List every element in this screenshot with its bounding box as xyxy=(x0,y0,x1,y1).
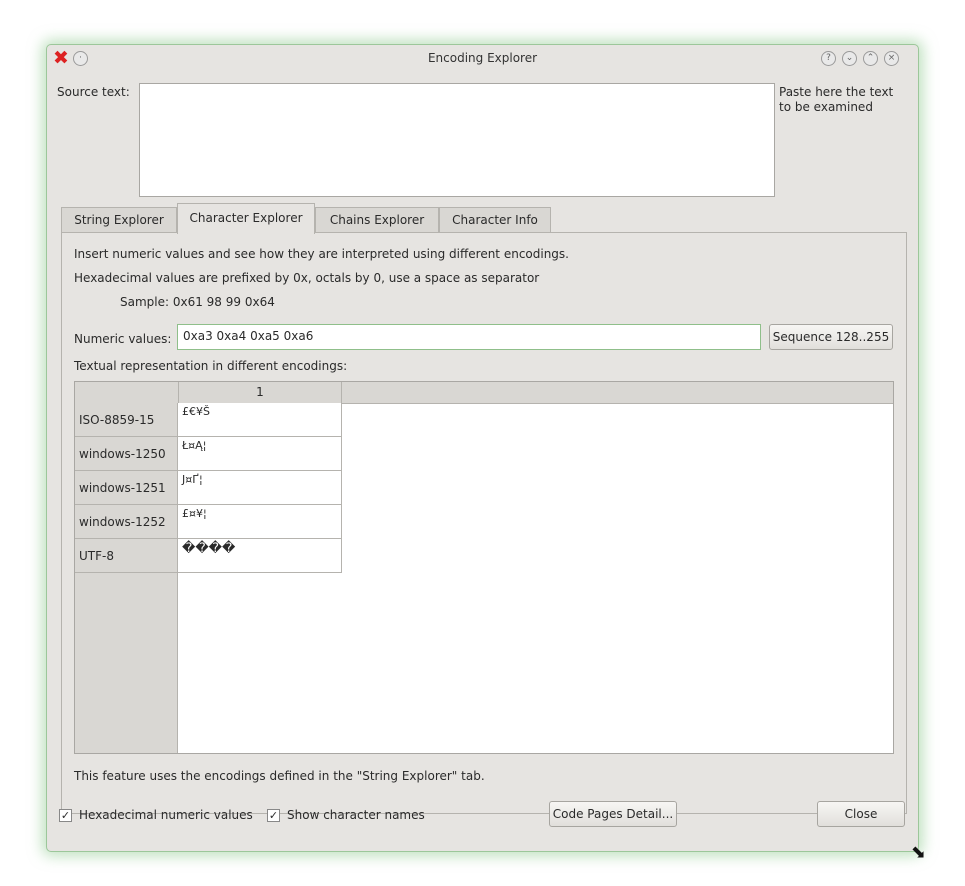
tab-chains-explorer[interactable]: Chains Explorer xyxy=(315,207,439,232)
minimize-icon[interactable]: ⌄ xyxy=(842,51,857,66)
close-button[interactable]: Close xyxy=(817,801,905,827)
hex-values-label[interactable]: Hexadecimal numeric values xyxy=(79,808,253,822)
source-text-area[interactable] xyxy=(139,83,775,197)
help-icon[interactable]: ? xyxy=(821,51,836,66)
table-cell[interactable]: £€¥Š xyxy=(178,403,342,437)
table-label: Textual representation in different enco… xyxy=(74,359,348,373)
source-hint: Paste here the text to be examined xyxy=(779,85,894,114)
source-text-label: Source text: xyxy=(57,85,130,99)
character-explorer-panel: Insert numeric values and see how they a… xyxy=(61,232,907,814)
row-header-windows-1250[interactable]: windows-1250 xyxy=(75,437,177,471)
maximize-icon[interactable]: ⌃ xyxy=(863,51,878,66)
tab-string-explorer[interactable]: String Explorer xyxy=(61,207,177,232)
close-icon[interactable]: × xyxy=(884,51,899,66)
tab-character-explorer[interactable]: Character Explorer xyxy=(177,203,315,234)
code-pages-detail-button[interactable]: Code Pages Detail... xyxy=(549,801,677,827)
sample-text: Sample: 0x61 98 99 0x64 xyxy=(120,295,275,309)
hex-values-checkbox[interactable]: ✓ xyxy=(59,809,72,822)
window-title: Encoding Explorer xyxy=(427,51,538,65)
encodings-table[interactable]: 1 ISO-8859-15 £€¥Š windows-1250 Ł¤Ą¦ win… xyxy=(74,381,894,754)
table-cell[interactable]: Ј¤Ґ¦ xyxy=(178,471,342,505)
numeric-values-label: Numeric values: xyxy=(74,332,172,346)
show-names-checkbox[interactable]: ✓ xyxy=(267,809,280,822)
tab-character-info[interactable]: Character Info xyxy=(439,207,551,232)
row-header-windows-1252[interactable]: windows-1252 xyxy=(75,505,177,539)
title-bar: ✖ · Encoding Explorer ? ⌄ ⌃ × xyxy=(47,45,918,73)
sequence-button[interactable]: Sequence 128..255 xyxy=(769,324,893,350)
row-header-iso-8859-15[interactable]: ISO-8859-15 xyxy=(75,403,177,437)
resize-grip-icon[interactable]: ⬊ xyxy=(911,842,926,863)
table-column-header-row: 1 xyxy=(75,382,893,404)
table-cell[interactable]: ���� xyxy=(178,539,342,573)
numeric-values-input[interactable]: 0xa3 0xa4 0xa5 0xa6 xyxy=(177,324,761,350)
row-header-utf-8[interactable]: UTF-8 xyxy=(75,539,177,573)
row-header-windows-1251[interactable]: windows-1251 xyxy=(75,471,177,505)
encoding-explorer-window: ✖ · Encoding Explorer ? ⌄ ⌃ × Source tex… xyxy=(46,44,926,863)
column-header-1[interactable]: 1 xyxy=(178,382,342,403)
show-names-label[interactable]: Show character names xyxy=(287,808,425,822)
instructions-line-2: Hexadecimal values are prefixed by 0x, o… xyxy=(74,271,540,285)
instructions-line-1: Insert numeric values and see how they a… xyxy=(74,247,569,261)
footer-note: This feature uses the encodings defined … xyxy=(74,769,485,783)
table-cell[interactable]: £¤¥¦ xyxy=(178,505,342,539)
table-cell[interactable]: Ł¤Ą¦ xyxy=(178,437,342,471)
